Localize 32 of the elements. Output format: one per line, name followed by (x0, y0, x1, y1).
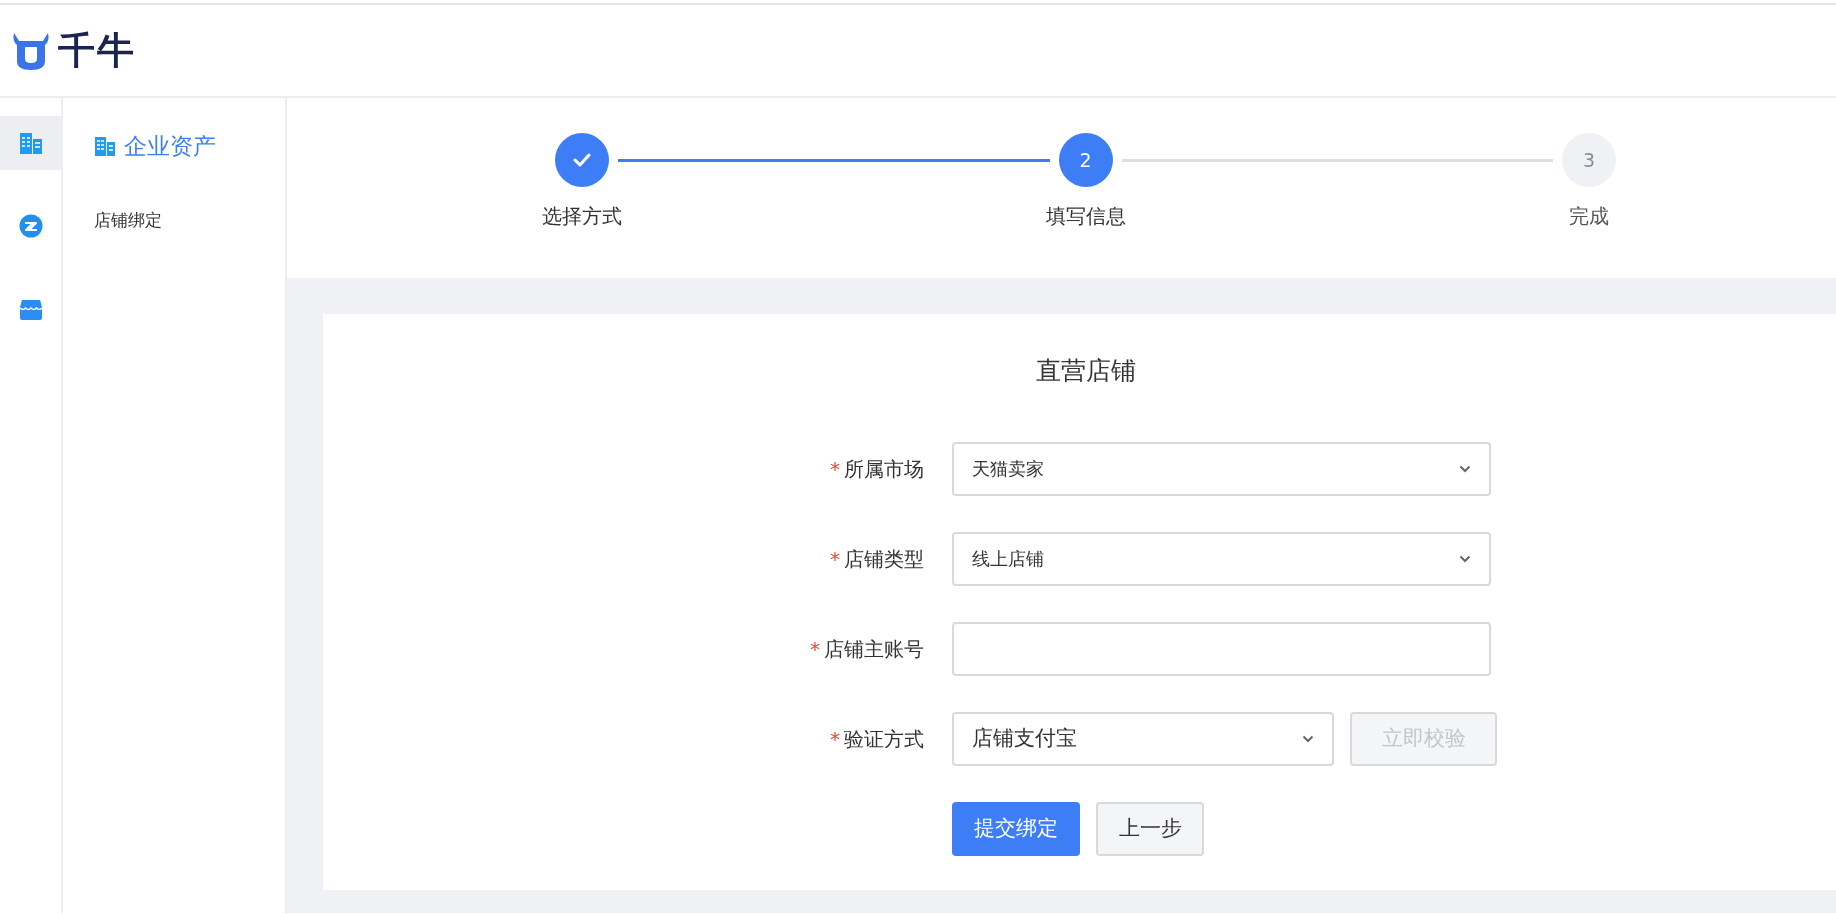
submit-button[interactable]: 提交绑定 (952, 801, 1080, 856)
form-title: 直营店铺 (1034, 355, 1137, 387)
step-label: 填写信息 (1045, 203, 1126, 230)
back-button[interactable]: 上一步 (1096, 801, 1204, 856)
required-asterisk: * (830, 726, 840, 751)
sidebar-section-title: 企业资产 (124, 132, 216, 161)
nav-rail-item[interactable] (0, 116, 61, 170)
step-label: 完成 (1569, 203, 1609, 230)
field-label: 店铺主账号 (824, 636, 924, 661)
field-label: 店铺类型 (844, 546, 924, 571)
step-circle: 2 (1058, 133, 1113, 187)
dropdown-field[interactable]: 店铺支付宝 (952, 711, 1334, 766)
dropdown-field[interactable]: 天猫卖家 (952, 441, 1491, 496)
required-asterisk: * (810, 636, 820, 661)
field-label: 所属市场 (844, 456, 924, 481)
building-icon (18, 131, 43, 155)
dropdown-field[interactable]: 线上店铺 (952, 531, 1491, 586)
sidebar-item[interactable]: 店铺绑定 (94, 209, 162, 230)
step-circle: 3 (1562, 133, 1616, 187)
chevron-down-icon (1302, 734, 1314, 743)
input-field[interactable] (952, 621, 1491, 676)
store-icon (18, 297, 43, 321)
building-icon (94, 135, 116, 158)
step-label: 选择方式 (542, 203, 622, 230)
required-asterisk: * (830, 546, 840, 571)
required-asterisk: * (830, 456, 840, 481)
field-label: 验证方式 (844, 726, 924, 751)
chevron-down-icon (1459, 554, 1471, 563)
app-logo-text: 千牛 (58, 27, 136, 74)
chevron-down-icon (1459, 464, 1471, 473)
z-circle-icon (18, 214, 43, 238)
check-icon (573, 153, 591, 167)
